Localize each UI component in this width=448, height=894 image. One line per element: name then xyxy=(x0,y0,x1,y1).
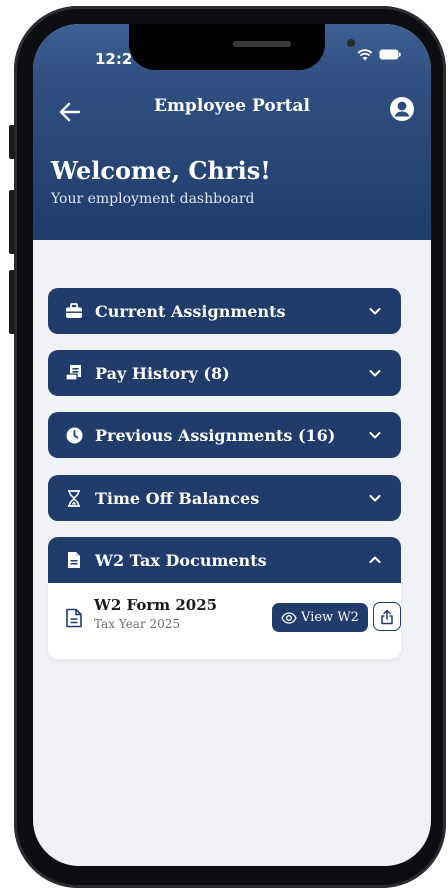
eye-icon xyxy=(281,611,297,624)
section-current-assignments[interactable]: Current Assignments xyxy=(48,288,401,334)
welcome-heading: Welcome, Chris! xyxy=(51,156,271,185)
page-title: Employee Portal xyxy=(153,96,310,116)
dynamic-island xyxy=(129,24,355,70)
app-screen: 12:2 Employee Portal Welcome, Chris! You… xyxy=(33,24,431,866)
section-label: Previous Assignments (16) xyxy=(95,425,336,445)
share-icon xyxy=(381,609,393,624)
document-name: W2 Form 2025 xyxy=(94,596,218,614)
chevron-down-icon xyxy=(369,370,381,377)
briefcase-icon xyxy=(64,301,84,321)
volume-up-button xyxy=(9,190,15,254)
hourglass-icon xyxy=(64,488,84,508)
chevron-down-icon xyxy=(369,308,381,315)
user-circle-icon xyxy=(390,97,414,121)
section-previous-assignments[interactable]: Previous Assignments (16) xyxy=(48,412,401,458)
section-label: Time Off Balances xyxy=(95,488,260,508)
volume-down-button xyxy=(9,270,15,334)
chevron-up-icon xyxy=(369,556,381,563)
section-pay-history[interactable]: Pay History (8) xyxy=(48,350,401,396)
document-outline-icon xyxy=(66,608,82,628)
share-button[interactable] xyxy=(373,602,401,631)
chevron-down-icon xyxy=(369,495,381,502)
status-time: 12:2 xyxy=(95,50,133,68)
clock-icon xyxy=(64,425,84,445)
receipt-icon xyxy=(64,363,84,383)
header-panel: 12:2 Employee Portal Welcome, Chris! You… xyxy=(33,24,431,240)
status-icons xyxy=(357,48,401,61)
mute-switch xyxy=(9,125,15,159)
w2-document-row: W2 Form 2025 Tax Year 2025 View W2 xyxy=(48,583,401,659)
battery-icon xyxy=(379,49,401,60)
view-w2-button[interactable]: View W2 xyxy=(272,603,368,632)
profile-button[interactable] xyxy=(389,96,415,122)
welcome-subtitle: Your employment dashboard xyxy=(51,191,255,207)
section-label: Pay History (8) xyxy=(95,363,230,383)
wifi-icon xyxy=(357,49,373,61)
section-w2-tax-documents[interactable]: W2 Tax Documents xyxy=(48,537,401,583)
section-label: Current Assignments xyxy=(95,301,286,321)
section-time-off-balances[interactable]: Time Off Balances xyxy=(48,475,401,521)
document-subtitle: Tax Year 2025 xyxy=(94,617,181,631)
chevron-down-icon xyxy=(369,432,381,439)
view-w2-label: View W2 xyxy=(301,610,359,625)
section-label: W2 Tax Documents xyxy=(95,550,267,570)
document-icon xyxy=(64,550,84,570)
